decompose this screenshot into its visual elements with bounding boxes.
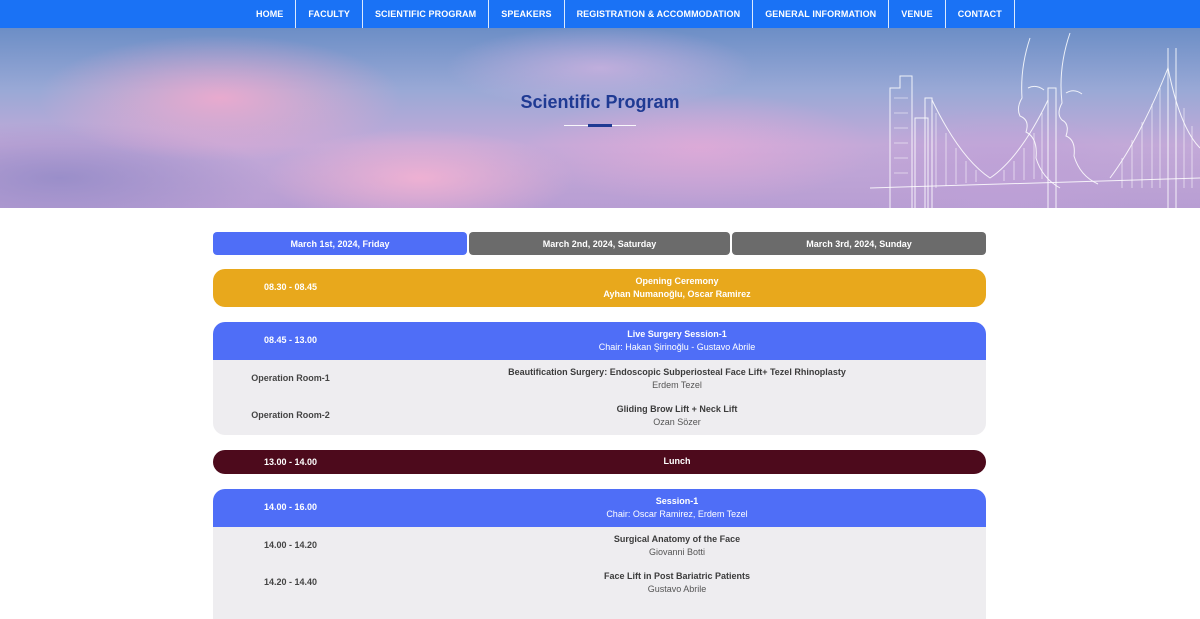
session-info: Lunch (368, 455, 986, 468)
talk-speaker: Ozan Sözer (653, 417, 701, 427)
program-row: Operation Room-2 Gliding Brow Lift + Nec… (213, 397, 986, 435)
program-row: 14.00 - 14.20 Surgical Anatomy of the Fa… (213, 527, 986, 564)
session-info: Live Surgery Session-1 Chair: Hakan Şiri… (368, 328, 986, 354)
nav-item-venue[interactable]: VENUE (889, 0, 946, 28)
row-info: Gliding Brow Lift + Neck Lift Ozan Sözer (368, 403, 986, 429)
talk-title: Surgical Anatomy of the Face (613, 534, 741, 544)
tab-day-1[interactable]: March 1st, 2024, Friday (213, 232, 467, 255)
row-info: Beautification Surgery: Endoscopic Subpe… (368, 366, 986, 392)
nav-menu: HOME FACULTY SCIENTIFIC PROGRAM SPEAKERS… (245, 0, 1015, 28)
session-time: 08.45 - 13.00 (263, 335, 318, 345)
talk-speaker: Erdem Tezel (652, 380, 702, 390)
session-title: Lunch (663, 456, 691, 466)
session-title: Session-1 (655, 496, 699, 506)
session-title: Live Surgery Session-1 (627, 329, 727, 339)
session-chair: Chair: Hakan Şirinoğlu - Gustavo Abrile (598, 342, 756, 352)
talk-speaker: Gustavo Abrile (647, 584, 707, 594)
session-time: 08.30 - 08.45 (263, 282, 318, 292)
nav-item-contact[interactable]: CONTACT (946, 0, 1015, 28)
day-tabs: March 1st, 2024, Friday March 2nd, 2024,… (213, 232, 986, 255)
row-info: Surgical Anatomy of the Face Giovanni Bo… (368, 533, 986, 559)
nav-item-general-information[interactable]: GENERAL INFORMATION (753, 0, 890, 28)
session-header: 08.45 - 13.00 Live Surgery Session-1 Cha… (213, 322, 986, 360)
row-time: Operation Room-2 (251, 410, 330, 420)
talk-speaker: Giovanni Botti (648, 547, 706, 557)
session-time: 14.00 - 16.00 (263, 502, 318, 512)
session-time: 13.00 - 14.00 (263, 457, 318, 467)
session-chair: Chair: Oscar Ramirez, Erdem Tezel (606, 509, 748, 519)
nav-item-home[interactable]: HOME (245, 0, 297, 28)
session-info: Opening Ceremony Ayhan Numanoğlu, Oscar … (368, 275, 986, 301)
nav-item-scientific-program[interactable]: SCIENTIFIC PROGRAM (363, 0, 490, 28)
session-speakers: Ayhan Numanoğlu, Oscar Ramirez (603, 289, 751, 299)
lunch-row: 13.00 - 14.00 Lunch (213, 450, 986, 474)
title-divider (564, 124, 636, 127)
talk-title: Face Lift in Post Bariatric Patients (603, 571, 751, 581)
program-row: Operation Room-1 Beautification Surgery:… (213, 360, 986, 397)
nav-item-speakers[interactable]: SPEAKERS (489, 0, 565, 28)
row-info: Face Lift in Post Bariatric Patients Gus… (368, 570, 986, 596)
live-surgery-session-card: 08.45 - 13.00 Live Surgery Session-1 Cha… (213, 322, 986, 435)
top-navigation-bar: HOME FACULTY SCIENTIFIC PROGRAM SPEAKERS… (0, 0, 1200, 28)
talk-title: Beautification Surgery: Endoscopic Subpe… (508, 367, 846, 377)
hero-banner: Scientific Program (0, 28, 1200, 208)
tab-day-2[interactable]: March 2nd, 2024, Saturday (469, 232, 730, 255)
row-time: 14.20 - 14.40 (263, 577, 318, 587)
tab-day-3[interactable]: March 3rd, 2024, Sunday (732, 232, 986, 255)
row-time: Operation Room-1 (251, 373, 330, 383)
program-row: 14.20 - 14.40 Face Lift in Post Bariatri… (213, 564, 986, 619)
talk-title: Gliding Brow Lift + Neck Lift (616, 404, 738, 414)
city-sketch-illustration (870, 32, 1200, 208)
session-title: Opening Ceremony (635, 276, 719, 286)
nav-item-registration-accommodation[interactable]: REGISTRATION & ACCOMMODATION (565, 0, 754, 28)
opening-ceremony-row: 08.30 - 08.45 Opening Ceremony Ayhan Num… (213, 269, 986, 307)
nav-item-faculty[interactable]: FACULTY (296, 0, 363, 28)
row-time: 14.00 - 14.20 (263, 540, 318, 550)
session-header: 14.00 - 16.00 Session-1 Chair: Oscar Ram… (213, 489, 986, 527)
session-info: Session-1 Chair: Oscar Ramirez, Erdem Te… (368, 495, 986, 521)
